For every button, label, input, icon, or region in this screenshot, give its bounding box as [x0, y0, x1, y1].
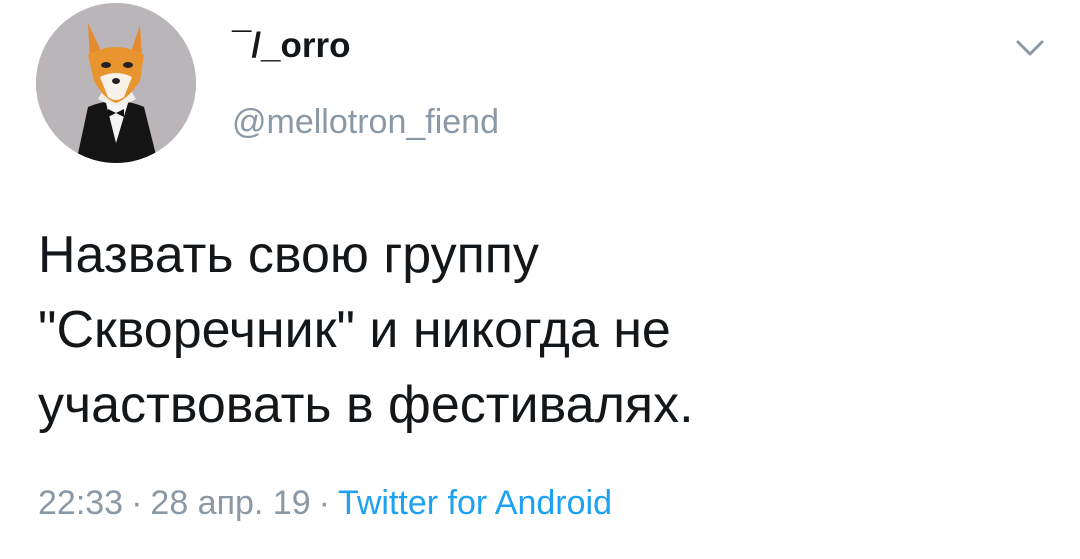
- meta-separator: ·: [318, 484, 330, 522]
- tweet-meta: 22:33 · 28 апр. 19 · Twitter for Android: [38, 484, 612, 523]
- fox-avatar-icon: [36, 3, 196, 163]
- tweet-date[interactable]: 28 апр. 19: [150, 484, 310, 522]
- avatar[interactable]: [36, 3, 196, 163]
- tweet-text: Назвать свою группу "Скворечник" и никог…: [38, 226, 694, 434]
- display-name[interactable]: ¯/_orro: [232, 26, 351, 66]
- tweet-time[interactable]: 22:33: [38, 484, 123, 522]
- user-handle[interactable]: @mellotron_fiend: [232, 103, 499, 142]
- meta-separator: ·: [131, 484, 143, 522]
- tweet-card: ¯/_orro @mellotron_fiend Назвать свою гр…: [0, 0, 1080, 559]
- tweet-source-link[interactable]: Twitter for Android: [338, 484, 612, 522]
- chevron-down-icon[interactable]: [1010, 34, 1050, 62]
